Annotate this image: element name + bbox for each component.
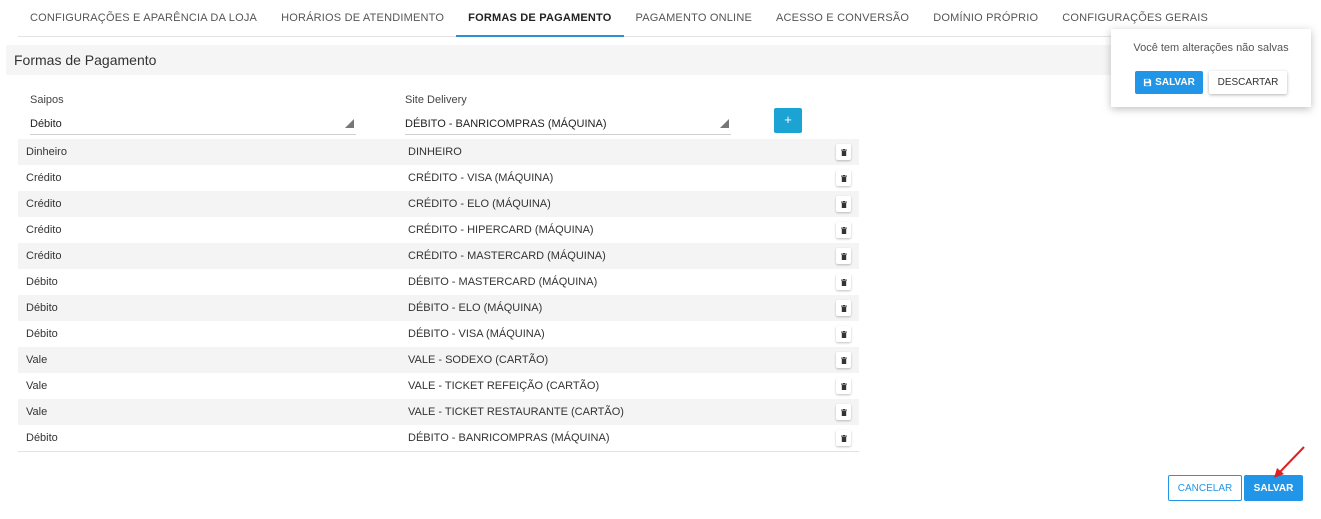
trash-icon: [840, 356, 847, 364]
trash-icon: [840, 382, 847, 390]
site-delivery-cell: DÉBITO - ELO (MÁQUINA): [408, 302, 543, 314]
delete-row-button[interactable]: [836, 196, 851, 212]
delete-row-button[interactable]: [836, 300, 851, 316]
delete-row-button[interactable]: [836, 170, 851, 186]
delete-row-button[interactable]: [836, 222, 851, 238]
site-delivery-cell: CRÉDITO - VISA (MÁQUINA): [408, 172, 554, 184]
tab-access-conversion[interactable]: ACESSO E CONVERSÃO: [764, 0, 921, 37]
site-delivery-select-value: DÉBITO - BANRICOMPRAS (MÁQUINA): [405, 118, 607, 130]
saipos-label: Saipos: [30, 94, 64, 106]
delete-row-button[interactable]: [836, 404, 851, 420]
cancel-button[interactable]: CANCELAR: [1168, 475, 1242, 501]
saipos-select-value: Débito: [30, 118, 62, 130]
site-delivery-cell: VALE - TICKET REFEIÇÃO (CARTÃO): [408, 380, 600, 392]
table-row: Vale VALE - SODEXO (CARTÃO): [18, 347, 859, 373]
site-delivery-cell: DÉBITO - BANRICOMPRAS (MÁQUINA): [408, 432, 610, 444]
add-mapping-button[interactable]: +: [774, 108, 802, 133]
table-row: Débito DÉBITO - MASTERCARD (MÁQUINA): [18, 269, 859, 295]
saipos-select[interactable]: Débito: [30, 111, 356, 135]
site-delivery-cell: VALE - TICKET RESTAURANTE (CARTÃO): [408, 406, 624, 418]
site-delivery-cell: DINHEIRO: [408, 146, 462, 158]
floppy-disk-icon: [1144, 78, 1152, 87]
trash-icon: [840, 278, 847, 286]
saipos-cell: Crédito: [26, 198, 62, 210]
table-row: Crédito CRÉDITO - HIPERCARD (MÁQUINA): [18, 217, 859, 243]
payment-mapping-table: Dinheiro DINHEIRO Crédito CRÉDITO - VISA (M…: [18, 139, 859, 452]
site-delivery-cell: DÉBITO - MASTERCARD (MÁQUINA): [408, 276, 598, 288]
popup-save-button[interactable]: SALVAR: [1135, 71, 1203, 94]
delete-row-button[interactable]: [836, 144, 851, 160]
table-row: Crédito CRÉDITO - VISA (MÁQUINA): [18, 165, 859, 191]
saipos-cell: Crédito: [26, 172, 62, 184]
table-row: Débito DÉBITO - VISA (MÁQUINA): [18, 321, 859, 347]
trash-icon: [840, 174, 847, 182]
tab-bar: CONFIGURAÇÕES E APARÊNCIA DA LOJA HORÁRI…: [18, 0, 1208, 37]
saipos-cell: Vale: [26, 380, 48, 392]
dropdown-arrow-icon: [345, 119, 354, 128]
delete-row-button[interactable]: [836, 326, 851, 342]
delete-row-button[interactable]: [836, 248, 851, 264]
site-delivery-cell: DÉBITO - VISA (MÁQUINA): [408, 328, 545, 340]
trash-icon: [840, 434, 847, 442]
saipos-cell: Vale: [26, 406, 48, 418]
tab-custom-domain[interactable]: DOMÍNIO PRÓPRIO: [921, 0, 1050, 37]
trash-icon: [840, 408, 847, 416]
delete-row-button[interactable]: [836, 274, 851, 290]
dropdown-arrow-icon: [720, 119, 729, 128]
popup-save-label: SALVAR: [1155, 77, 1195, 88]
site-delivery-select[interactable]: DÉBITO - BANRICOMPRAS (MÁQUINA): [405, 111, 731, 135]
delete-row-button[interactable]: [836, 352, 851, 368]
trash-icon: [840, 252, 847, 260]
saipos-cell: Débito: [26, 328, 58, 340]
unsaved-changes-popup: Você tem alterações não salvas SALVAR DE…: [1111, 29, 1311, 107]
trash-icon: [840, 330, 847, 338]
tab-online-payment[interactable]: PAGAMENTO ONLINE: [624, 0, 764, 37]
section-header: Formas de Pagamento: [6, 45, 1126, 75]
table-row: Débito DÉBITO - BANRICOMPRAS (MÁQUINA): [18, 425, 859, 451]
saipos-cell: Débito: [26, 432, 58, 444]
trash-icon: [840, 148, 847, 156]
annotation-arrow-icon: [1274, 446, 1305, 478]
saipos-cell: Crédito: [26, 250, 62, 262]
site-delivery-cell: CRÉDITO - MASTERCARD (MÁQUINA): [408, 250, 606, 262]
delete-row-button[interactable]: [836, 378, 851, 394]
saipos-cell: Débito: [26, 302, 58, 314]
saipos-cell: Crédito: [26, 224, 62, 236]
site-delivery-cell: CRÉDITO - ELO (MÁQUINA): [408, 198, 551, 210]
trash-icon: [840, 226, 847, 234]
saipos-cell: Débito: [26, 276, 58, 288]
section-title: Formas de Pagamento: [14, 52, 157, 68]
site-delivery-cell: VALE - SODEXO (CARTÃO): [408, 354, 549, 366]
table-row: Crédito CRÉDITO - MASTERCARD (MÁQUINA): [18, 243, 859, 269]
unsaved-changes-message: Você tem alterações não salvas: [1133, 42, 1289, 54]
table-row: Vale VALE - TICKET REFEIÇÃO (CARTÃO): [18, 373, 859, 399]
table-row: Crédito CRÉDITO - ELO (MÁQUINA): [18, 191, 859, 217]
saipos-cell: Vale: [26, 354, 48, 366]
tab-store-settings[interactable]: CONFIGURAÇÕES E APARÊNCIA DA LOJA: [18, 0, 269, 37]
trash-icon: [840, 304, 847, 312]
popup-discard-button[interactable]: DESCARTAR: [1209, 71, 1287, 94]
tab-opening-hours[interactable]: HORÁRIOS DE ATENDIMENTO: [269, 0, 456, 37]
delete-row-button[interactable]: [836, 430, 851, 446]
table-row: Vale VALE - TICKET RESTAURANTE (CARTÃO): [18, 399, 859, 425]
table-row: Dinheiro DINHEIRO: [18, 139, 859, 165]
site-delivery-cell: CRÉDITO - HIPERCARD (MÁQUINA): [408, 224, 594, 236]
table-row: Débito DÉBITO - ELO (MÁQUINA): [18, 295, 859, 321]
site-delivery-label: Site Delivery: [405, 94, 467, 106]
trash-icon: [840, 200, 847, 208]
tab-payment-methods[interactable]: FORMAS DE PAGAMENTO: [456, 0, 624, 37]
saipos-cell: Dinheiro: [26, 146, 67, 158]
